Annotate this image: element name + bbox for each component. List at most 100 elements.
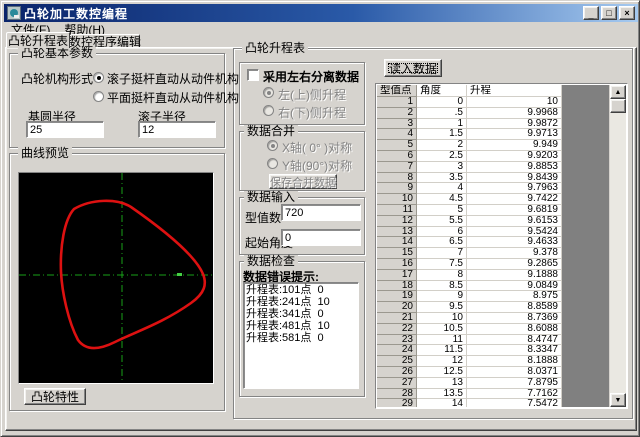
- grid-cell-angle[interactable]: 3: [417, 162, 467, 173]
- tab-lift-table[interactable]: 凸轮升程表: [6, 32, 70, 48]
- minimize-button[interactable]: _: [583, 6, 599, 20]
- grid-cell-angle[interactable]: 5: [417, 205, 467, 216]
- grid-cell-lift[interactable]: 9.7422: [467, 194, 562, 205]
- grid-cell-angle[interactable]: 8.5: [417, 281, 467, 292]
- read-data-button[interactable]: 读入数据: [384, 59, 442, 77]
- grid-cell-angle[interactable]: 4.5: [417, 194, 467, 205]
- grid-cell-angle[interactable]: 6.5: [417, 237, 467, 248]
- error-list-item[interactable]: 升程表:581点 0: [246, 332, 358, 344]
- grid-cell-lift[interactable]: 9.6819: [467, 205, 562, 216]
- grid-cell-angle[interactable]: 13.5: [417, 389, 467, 400]
- grid-cell-point[interactable]: 13: [377, 227, 417, 238]
- grid-cell-lift[interactable]: 8.1888: [467, 356, 562, 367]
- grid-cell-lift[interactable]: 9.378: [467, 248, 562, 259]
- grid-cell-angle[interactable]: .5: [417, 108, 467, 119]
- scrollbar-thumb[interactable]: [610, 99, 626, 113]
- grid-cell-lift[interactable]: 8.0371: [467, 367, 562, 378]
- grid-cell-lift[interactable]: 9.8853: [467, 162, 562, 173]
- grid-cell-lift[interactable]: 7.7162: [467, 389, 562, 400]
- grid-cell-point[interactable]: 29: [377, 399, 417, 407]
- scroll-down-button[interactable]: ▼: [610, 393, 626, 407]
- grid-cell-angle[interactable]: 9.5: [417, 302, 467, 313]
- grid-cell-point[interactable]: 15: [377, 248, 417, 259]
- grid-cell-point[interactable]: 6: [377, 151, 417, 162]
- grid-cell-lift[interactable]: 8.7369: [467, 313, 562, 324]
- grid-cell-angle[interactable]: 2.5: [417, 151, 467, 162]
- grid-cell-point[interactable]: 19: [377, 291, 417, 302]
- grid-cell-point[interactable]: 3: [377, 119, 417, 130]
- grid-cell-point[interactable]: 20: [377, 302, 417, 313]
- grid-cell-point[interactable]: 8: [377, 173, 417, 184]
- grid-cell-angle[interactable]: 12.5: [417, 367, 467, 378]
- grid-cell-angle[interactable]: 7.5: [417, 259, 467, 270]
- grid-cell-lift[interactable]: 9.9713: [467, 129, 562, 140]
- grid-cell-lift[interactable]: 9.4633: [467, 237, 562, 248]
- grid-cell-lift[interactable]: 8.4747: [467, 335, 562, 346]
- grid-cell-lift[interactable]: 9.0849: [467, 281, 562, 292]
- start-angle-field[interactable]: [281, 229, 361, 246]
- grid-vertical-scrollbar[interactable]: ▲ ▼: [609, 85, 626, 407]
- grid-cell-angle[interactable]: 0: [417, 97, 467, 108]
- grid-cell-lift[interactable]: 8.975: [467, 291, 562, 302]
- grid-cell-angle[interactable]: 2: [417, 140, 467, 151]
- grid-cell-lift[interactable]: 9.949: [467, 140, 562, 151]
- close-button[interactable]: ×: [619, 6, 635, 20]
- grid-cell-angle[interactable]: 14: [417, 399, 467, 407]
- grid-cell-point[interactable]: 14: [377, 237, 417, 248]
- grid-cell-angle[interactable]: 10.5: [417, 324, 467, 335]
- base-radius-field[interactable]: [26, 121, 104, 138]
- error-list-item[interactable]: 升程表:241点 10: [246, 296, 358, 308]
- grid-cell-lift[interactable]: 9.2865: [467, 259, 562, 270]
- grid-cell-point[interactable]: 4: [377, 129, 417, 140]
- grid-cell-angle[interactable]: 11: [417, 335, 467, 346]
- roller-radius-field[interactable]: [138, 121, 216, 138]
- grid-cell-point[interactable]: 5: [377, 140, 417, 151]
- grid-cell-lift[interactable]: 8.8589: [467, 302, 562, 313]
- app-icon[interactable]: [7, 6, 21, 20]
- grid-cell-angle[interactable]: 9: [417, 291, 467, 302]
- grid-cell-angle[interactable]: 8: [417, 270, 467, 281]
- grid-cell-point[interactable]: 21: [377, 313, 417, 324]
- radio-flat-follower[interactable]: [93, 91, 104, 102]
- grid-cell-lift[interactable]: 9.6153: [467, 216, 562, 227]
- error-list-item[interactable]: 升程表:101点 0: [246, 284, 358, 296]
- grid-cell-angle[interactable]: 10: [417, 313, 467, 324]
- grid-cell-angle[interactable]: 1: [417, 119, 467, 130]
- grid-cell-angle[interactable]: 13: [417, 378, 467, 389]
- grid-cell-point[interactable]: 28: [377, 389, 417, 400]
- grid-cell-lift[interactable]: 9.8439: [467, 173, 562, 184]
- grid-cell-point[interactable]: 17: [377, 270, 417, 281]
- grid-cell-point[interactable]: 1: [377, 97, 417, 108]
- cam-feature-button[interactable]: 凸轮特性: [24, 388, 86, 405]
- grid-cell-angle[interactable]: 6: [417, 227, 467, 238]
- grid-cell-angle[interactable]: 4: [417, 183, 467, 194]
- error-list-item[interactable]: 升程表:341点 0: [246, 308, 358, 320]
- grid-cell-angle[interactable]: 7: [417, 248, 467, 259]
- grid-cell-lift[interactable]: 9.9872: [467, 119, 562, 130]
- grid-cell-lift[interactable]: 10: [467, 97, 562, 108]
- grid-cell-point[interactable]: 10: [377, 194, 417, 205]
- grid-cell-angle[interactable]: 11.5: [417, 345, 467, 356]
- grid-cell-lift[interactable]: 9.9203: [467, 151, 562, 162]
- grid-cell-angle[interactable]: 12: [417, 356, 467, 367]
- grid-cell-point[interactable]: 25: [377, 356, 417, 367]
- grid-cell-point[interactable]: 11: [377, 205, 417, 216]
- maximize-button[interactable]: □: [601, 6, 617, 20]
- grid-cell-lift[interactable]: 9.1888: [467, 270, 562, 281]
- grid-cell-point[interactable]: 9: [377, 183, 417, 194]
- grid-cell-lift[interactable]: 8.3347: [467, 345, 562, 356]
- grid-cell-lift[interactable]: 7.8795: [467, 378, 562, 389]
- grid-cell-lift[interactable]: 7.5472: [467, 399, 562, 407]
- radio-roller-follower[interactable]: [93, 72, 104, 83]
- point-count-field[interactable]: [281, 204, 361, 221]
- grid-cell-lift[interactable]: 9.5424: [467, 227, 562, 238]
- grid-cell-point[interactable]: 18: [377, 281, 417, 292]
- grid-cell-point[interactable]: 23: [377, 335, 417, 346]
- error-list-item[interactable]: 升程表:481点 10: [246, 320, 358, 332]
- grid-cell-point[interactable]: 24: [377, 345, 417, 356]
- grid-cell-lift[interactable]: 9.7963: [467, 183, 562, 194]
- error-list[interactable]: 升程表:101点 0升程表:241点 10升程表:341点 0升程表:481点 …: [243, 282, 359, 389]
- grid-cell-point[interactable]: 26: [377, 367, 417, 378]
- grid-cell-point[interactable]: 2: [377, 108, 417, 119]
- grid-cell-angle[interactable]: 1.5: [417, 129, 467, 140]
